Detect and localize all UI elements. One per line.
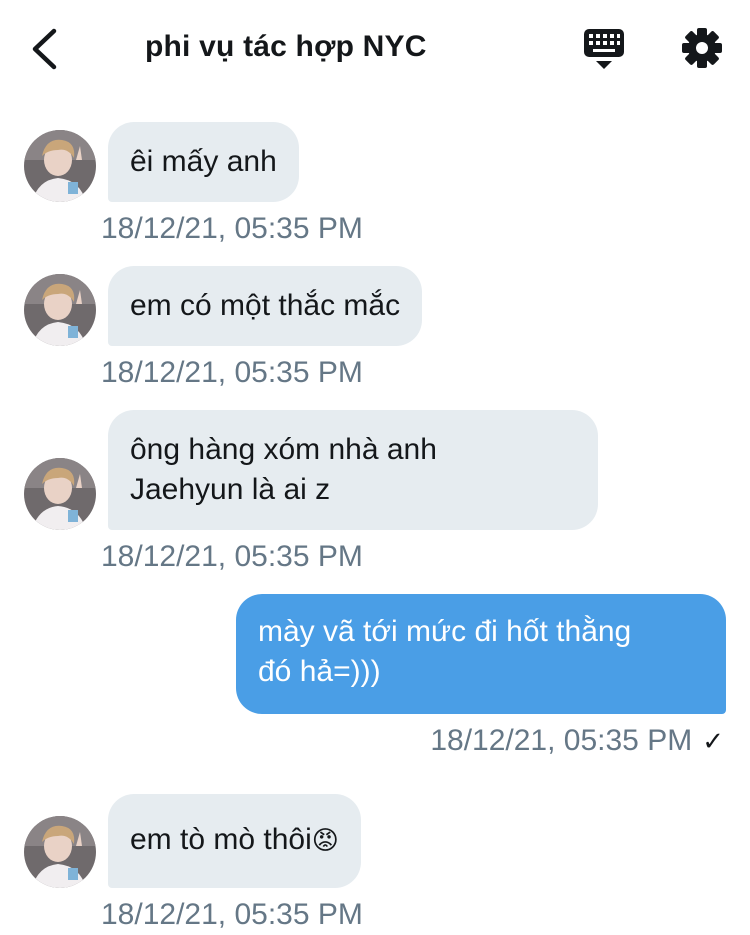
angry-face-emoji: 😡 — [311, 825, 339, 855]
message-timestamp: 18/12/21, 05:35 PM — [101, 898, 363, 931]
message-text-line: đó hả=))) — [258, 655, 381, 688]
sent-check-icon: ✓ — [702, 725, 724, 756]
avatar-photo — [24, 274, 96, 346]
message-text-line: mày vã tới mức đi hốt thằng — [258, 615, 632, 648]
message-timestamp-row: 18/12/21, 05:35 PM ✓ — [430, 724, 724, 758]
message-bubble[interactable]: em có một thắc mắc — [108, 266, 423, 346]
message-text: em tò mò thôi — [130, 823, 312, 856]
message-bubble[interactable]: ông hàng xóm nhà anh Jaehyun là ai z — [108, 410, 598, 530]
conversation-title: phi vụ tác hợp NYC — [145, 30, 427, 63]
sender-avatar[interactable] — [24, 816, 96, 888]
avatar-photo — [24, 816, 96, 888]
message-bubble[interactable]: êi mấy anh — [108, 122, 299, 202]
sender-avatar[interactable] — [24, 274, 96, 346]
message-text: êi mấy anh — [130, 145, 277, 178]
outgoing-message-bubble[interactable]: mày vã tới mức đi hốt thằng đó hả=))) — [236, 594, 726, 714]
gear-icon — [682, 28, 722, 68]
avatar-photo — [24, 130, 96, 202]
keyboard-button[interactable] — [582, 26, 630, 72]
avatar-photo — [24, 458, 96, 530]
chevron-left-icon — [32, 28, 57, 70]
settings-button[interactable] — [680, 26, 724, 70]
message-bubble[interactable]: em tò mò thôi😡 — [108, 794, 361, 888]
back-button[interactable] — [22, 24, 66, 74]
message-timestamp: 18/12/21, 05:35 PM — [430, 724, 693, 757]
message-text: em có một thắc mắc — [130, 289, 401, 322]
chat-header: phi vụ tác hợp NYC — [0, 0, 750, 100]
message-timestamp: 18/12/21, 05:35 PM — [101, 540, 363, 573]
message-text-line: Jaehyun là ai z — [130, 473, 331, 506]
message-timestamp: 18/12/21, 05:35 PM — [101, 356, 363, 389]
message-timestamp: 18/12/21, 05:35 PM — [101, 212, 363, 245]
message-text-line: ông hàng xóm nhà anh — [130, 433, 437, 466]
keyboard-icon — [584, 29, 624, 69]
sender-avatar[interactable] — [24, 130, 96, 202]
sender-avatar[interactable] — [24, 458, 96, 530]
